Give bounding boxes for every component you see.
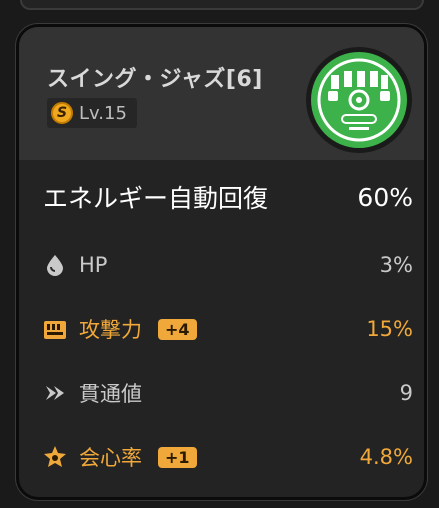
- sub-stat-label: 貫通値: [79, 382, 142, 406]
- sub-stat-label: HP: [79, 253, 108, 277]
- drive-disc-card[interactable]: スイング・ジャズ[6] S Lv.15 エネルギー自動回復 60% HP 3% …: [16, 24, 427, 500]
- hp-drop-icon: [43, 253, 67, 277]
- main-stat-value: 60%: [357, 182, 413, 212]
- rank-s-icon: S: [51, 102, 73, 124]
- sub-stat-value: 3%: [379, 253, 413, 277]
- sub-stat-label: 会心率: [79, 446, 142, 470]
- sub-stat-crit-rate: 会心率 +1 4.8%: [43, 437, 413, 477]
- sub-stat-label: 攻撃力: [79, 318, 142, 342]
- upgrade-count-badge: +4: [158, 318, 197, 340]
- disc-name: スイング・ジャズ[6]: [47, 67, 263, 92]
- sub-stat-attack: 攻撃力 +4 15%: [43, 309, 413, 349]
- previous-card-edge: [20, 0, 424, 10]
- crit-rate-icon: [43, 445, 67, 469]
- attack-fist-icon: [43, 317, 67, 341]
- page: スイング・ジャズ[6] S Lv.15 エネルギー自動回復 60% HP 3% …: [0, 0, 439, 508]
- sub-stat-hp: HP 3%: [43, 245, 413, 285]
- level-badge: S Lv.15: [47, 98, 137, 128]
- sub-stat-value: 4.8%: [359, 445, 413, 469]
- upgrade-count-badge: +1: [158, 446, 197, 468]
- sub-stat-value: 15%: [366, 317, 413, 341]
- pen-ratio-icon: [43, 381, 67, 405]
- sub-stat-pen: 貫通値 9: [43, 373, 413, 413]
- main-stat-label: エネルギー自動回復: [43, 184, 269, 213]
- disc-record-icon: [306, 47, 412, 153]
- main-stat-row: エネルギー自動回復 60%: [43, 177, 413, 217]
- level-text: Lv.15: [79, 102, 127, 124]
- sub-stat-value: 9: [399, 381, 413, 405]
